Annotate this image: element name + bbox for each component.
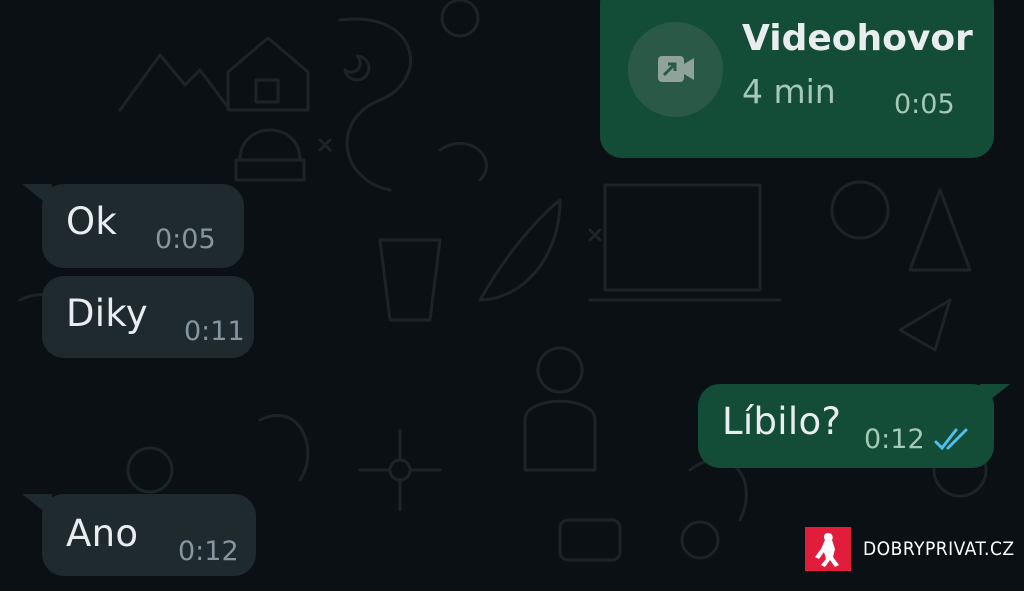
bubble-tail: [22, 494, 52, 518]
message-time: 0:05: [155, 224, 216, 255]
message-text: Diky: [66, 292, 148, 335]
message-time: 0:12: [864, 424, 925, 455]
call-duration: 4 min: [742, 72, 836, 111]
message-text: Ok: [66, 200, 118, 243]
bubble-tail: [980, 384, 1010, 408]
video-call-bubble[interactable]: Videohovor 4 min 0:05: [600, 0, 994, 158]
read-check-icon: [934, 428, 968, 451]
watermark-text: DOBRYPRIVAT.CZ: [863, 538, 1015, 560]
watermark-logo-icon: [805, 527, 851, 571]
message-bubble-incoming[interactable]: Ok 0:05: [42, 184, 244, 268]
bubble-tail: [22, 184, 52, 208]
call-title: Videohovor: [742, 18, 973, 59]
message-bubble-incoming[interactable]: Ano 0:12: [42, 494, 256, 576]
message-time: 0:11: [184, 316, 245, 347]
message-text: Líbilo?: [722, 400, 842, 443]
message-text: Ano: [66, 512, 139, 555]
message-time: 0:12: [178, 536, 239, 567]
call-time: 0:05: [894, 89, 955, 120]
message-bubble-outgoing[interactable]: Líbilo? 0:12: [698, 384, 994, 468]
message-bubble-incoming[interactable]: Diky 0:11: [42, 276, 254, 358]
video-call-icon: [628, 22, 723, 117]
